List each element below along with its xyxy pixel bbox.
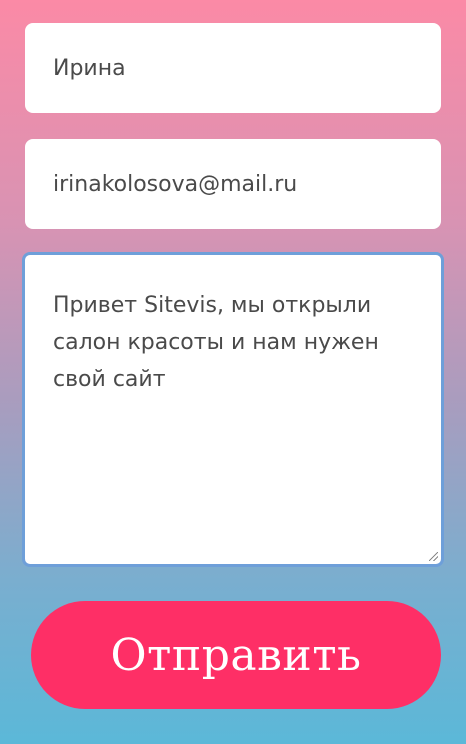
submit-button[interactable]: Отправить	[31, 601, 441, 709]
name-field-value: Ирина	[53, 55, 126, 81]
email-field[interactable]: irinakolosova@mail.ru	[25, 139, 441, 229]
submit-button-label: Отправить	[110, 629, 362, 681]
message-textarea[interactable]: Привет Sitevis, мы открыли салон красоты…	[22, 252, 444, 567]
email-field-value: irinakolosova@mail.ru	[53, 171, 298, 197]
resize-handle-icon[interactable]	[429, 552, 438, 561]
message-textarea-value: Привет Sitevis, мы открыли салон красоты…	[53, 293, 379, 392]
name-field[interactable]: Ирина	[25, 23, 441, 113]
